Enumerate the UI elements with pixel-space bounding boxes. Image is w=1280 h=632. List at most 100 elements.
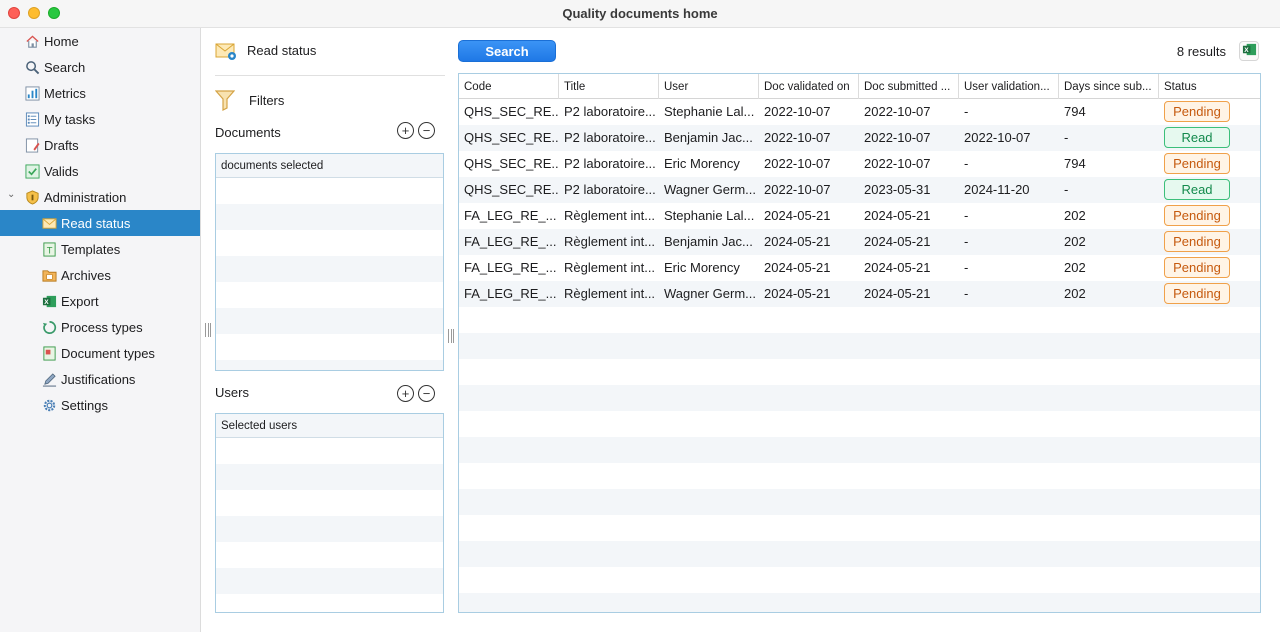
cell-user-validation: -	[964, 234, 969, 249]
add-user-button[interactable]: +	[397, 385, 414, 402]
table-row	[459, 489, 1260, 515]
cell-user-validation: -	[964, 260, 969, 275]
window-title: Quality documents home	[562, 6, 718, 21]
sidebar-item-templates[interactable]: T Templates	[0, 236, 200, 262]
template-icon: T	[41, 241, 57, 257]
title-bar: Quality documents home	[0, 0, 1280, 28]
table-row	[459, 593, 1260, 612]
cell-doc-validated: 2024-05-21	[764, 260, 831, 275]
table-row[interactable]: FA_LEG_RE_... Règlement int... Wagner Germ…	[459, 281, 1260, 307]
users-add-remove: + −	[397, 385, 439, 405]
sidebar-item-justifications[interactable]: Justifications	[0, 366, 200, 392]
gear-icon	[41, 397, 57, 413]
column-header-user[interactable]: User	[659, 74, 759, 99]
sidebar-item-settings[interactable]: Settings	[0, 392, 200, 418]
column-header-title[interactable]: Title	[559, 74, 659, 99]
documents-label: Documents	[215, 125, 281, 140]
results-table[interactable]: Code Title User Doc validated on Doc sub…	[458, 73, 1261, 613]
sidebar-item-home[interactable]: Home	[0, 28, 200, 54]
sidebar-item-metrics[interactable]: Metrics	[0, 80, 200, 106]
results-count: 8 results	[1176, 44, 1226, 59]
table-row	[459, 541, 1260, 567]
list-row	[216, 490, 443, 516]
sidebar-item-administration[interactable]: Administration	[0, 184, 200, 210]
column-header-doc-validated[interactable]: Doc validated on	[759, 74, 859, 99]
cell-code: QHS_SEC_RE...	[464, 104, 559, 119]
table-body: QHS_SEC_RE... P2 laboratoire... Stephanie …	[459, 99, 1260, 612]
table-row	[459, 515, 1260, 541]
sidebar-item-search[interactable]: Search	[0, 54, 200, 80]
table-row[interactable]: FA_LEG_RE_... Règlement int... Benjamin Ja…	[459, 229, 1260, 255]
cell-code: QHS_SEC_RE...	[464, 130, 559, 145]
table-row[interactable]: QHS_SEC_RE... P2 laboratoire... Stephanie …	[459, 99, 1260, 125]
list-row	[216, 308, 443, 334]
list-row	[216, 256, 443, 282]
cell-user: Benjamin Jac...	[664, 130, 753, 145]
column-header-user-validation[interactable]: User validation...	[959, 74, 1059, 99]
tasks-icon	[24, 111, 40, 127]
status-badge: Pending	[1164, 257, 1230, 278]
sidebar-item-archives[interactable]: Archives	[0, 262, 200, 288]
cell-status: Pending	[1159, 203, 1260, 229]
cell-status: Pending	[1159, 229, 1260, 255]
cell-title: Règlement int...	[564, 208, 656, 223]
cell-code: FA_LEG_RE_...	[464, 260, 557, 275]
cell-days-since: 202	[1064, 260, 1086, 275]
table-row[interactable]: QHS_SEC_RE... P2 laboratoire... Eric Moren…	[459, 151, 1260, 177]
sidebar-item-my-tasks[interactable]: My tasks	[0, 106, 200, 132]
filters-label: Filters	[249, 93, 285, 108]
home-icon	[24, 33, 40, 49]
sidebar-splitter-handle[interactable]	[205, 323, 211, 337]
sidebar-item-drafts[interactable]: Drafts	[0, 132, 200, 158]
cell-code: QHS_SEC_RE...	[464, 182, 559, 197]
users-list-header: Selected users	[216, 414, 443, 438]
table-row	[459, 333, 1260, 359]
sidebar-item-document-types[interactable]: Document types	[0, 340, 200, 366]
column-header-doc-submitted[interactable]: Doc submitted ...	[859, 74, 959, 99]
metrics-icon	[24, 85, 40, 101]
remove-user-button[interactable]: −	[418, 385, 435, 402]
list-row	[216, 230, 443, 256]
envelope-icon	[215, 41, 237, 64]
column-header-status[interactable]: Status	[1159, 74, 1260, 99]
list-row	[216, 594, 443, 612]
sidebar-item-read-status[interactable]: Read status	[0, 210, 200, 236]
cell-days-since: 202	[1064, 208, 1086, 223]
table-row[interactable]: QHS_SEC_RE... P2 laboratoire... Wagner Ger…	[459, 177, 1260, 203]
cell-doc-validated: 2022-10-07	[764, 130, 831, 145]
users-list[interactable]: Selected users	[215, 413, 444, 613]
remove-document-button[interactable]: −	[418, 122, 435, 139]
cell-doc-validated: 2024-05-21	[764, 208, 831, 223]
column-header-days-since[interactable]: Days since sub...	[1059, 74, 1159, 99]
export-excel-button[interactable]: X	[1239, 41, 1259, 61]
panel-splitter-handle[interactable]	[448, 329, 454, 343]
table-row	[459, 463, 1260, 489]
cell-doc-validated: 2024-05-21	[764, 286, 831, 301]
list-row	[216, 282, 443, 308]
sidebar-item-process-types[interactable]: Process types	[0, 314, 200, 340]
cell-doc-submitted: 2024-05-21	[864, 234, 931, 249]
cell-status: Pending	[1159, 255, 1260, 281]
cell-doc-validated: 2022-10-07	[764, 104, 831, 119]
cell-title: Règlement int...	[564, 286, 656, 301]
cell-user: Stephanie Lal...	[664, 208, 755, 223]
search-button[interactable]: Search	[458, 40, 556, 62]
table-row[interactable]: FA_LEG_RE_... Règlement int... Stephanie L…	[459, 203, 1260, 229]
search-icon	[24, 59, 40, 75]
table-row[interactable]: QHS_SEC_RE... P2 laboratoire... Benjamin J…	[459, 125, 1260, 151]
documents-list[interactable]: documents selected	[215, 153, 444, 371]
cell-doc-submitted: 2024-05-21	[864, 286, 931, 301]
panel-title: Read status	[247, 43, 317, 58]
sidebar-item-valids[interactable]: Valids	[0, 158, 200, 184]
cell-user-validation: -	[964, 208, 969, 223]
sidebar-item-export[interactable]: X Export	[0, 288, 200, 314]
pen-icon	[41, 371, 57, 387]
cell-user-validation: -	[964, 156, 969, 171]
cell-days-since: -	[1064, 130, 1069, 145]
cell-doc-validated: 2024-05-21	[764, 234, 831, 249]
table-row	[459, 567, 1260, 593]
add-document-button[interactable]: +	[397, 122, 414, 139]
list-row	[216, 568, 443, 594]
column-header-code[interactable]: Code	[459, 74, 559, 99]
table-row[interactable]: FA_LEG_RE_... Règlement int... Eric Morenc…	[459, 255, 1260, 281]
